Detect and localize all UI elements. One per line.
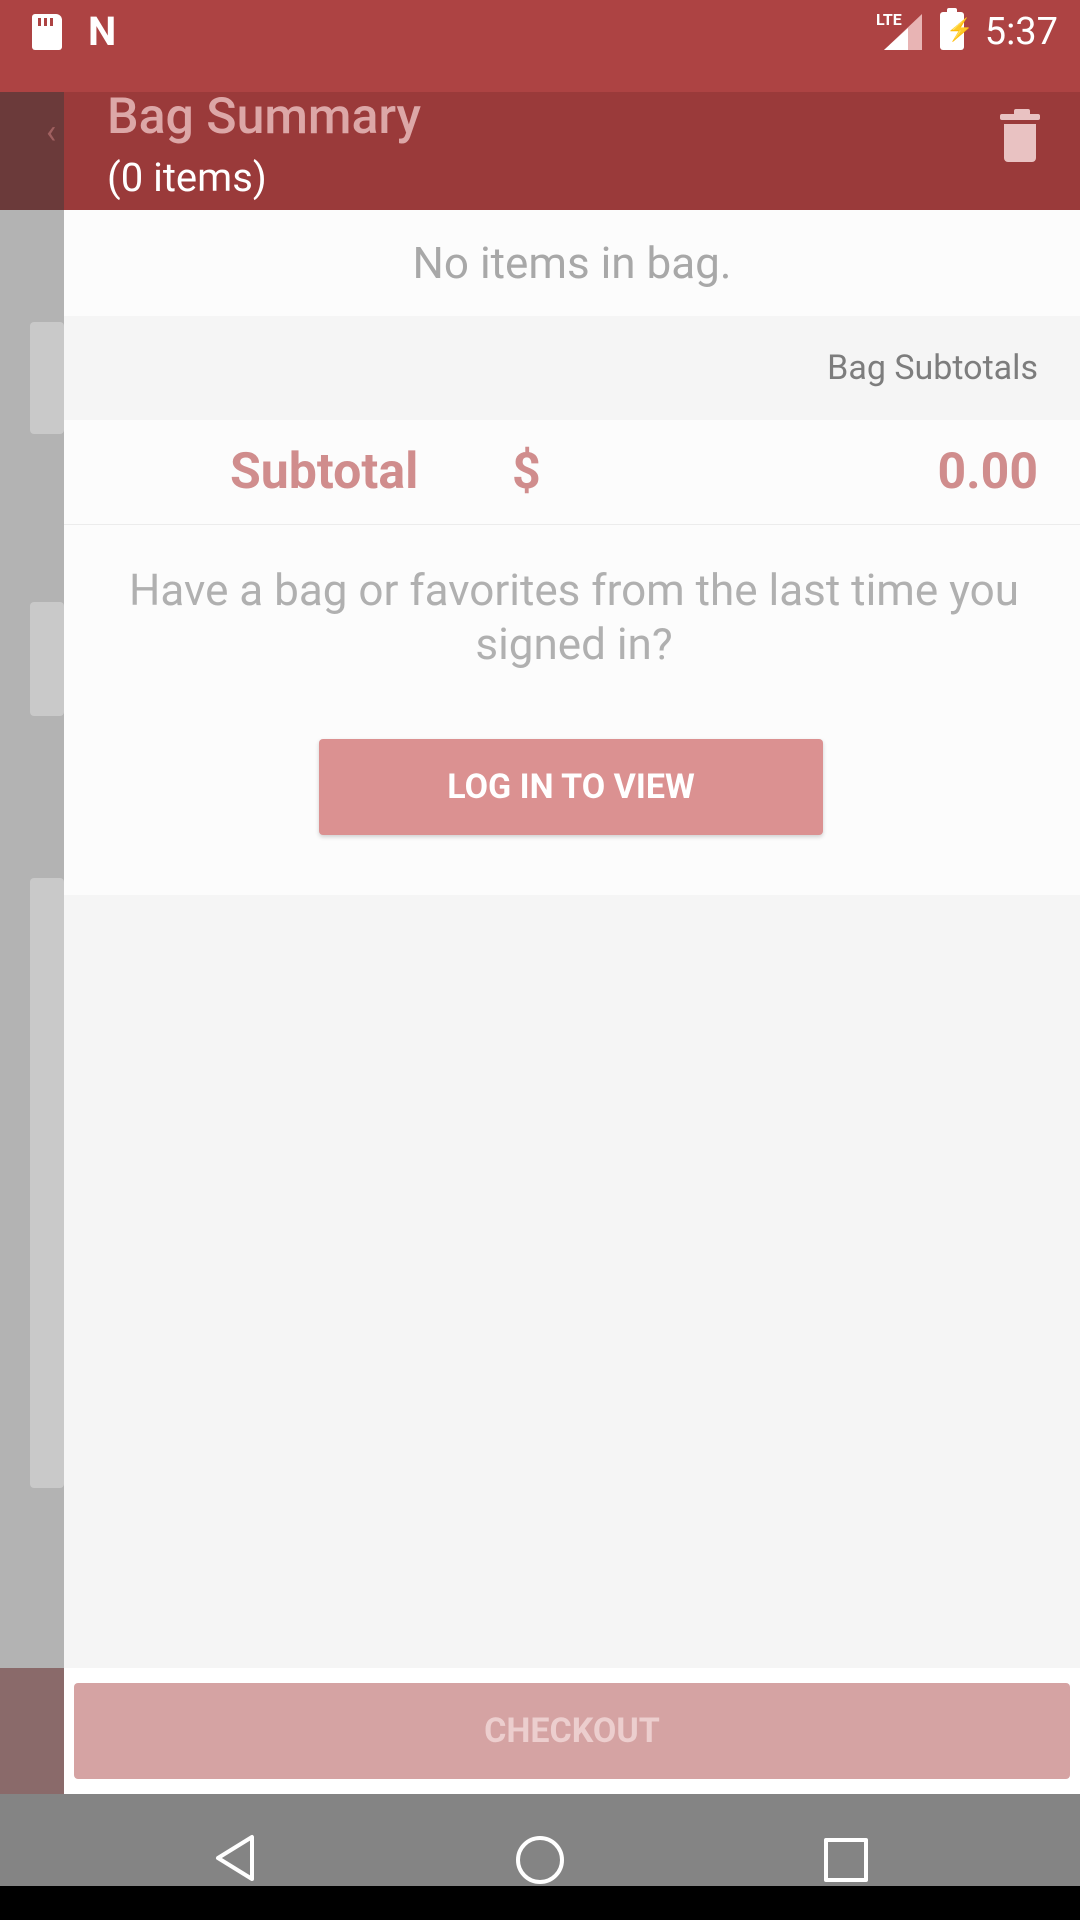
drawer-header: Bag Summary (0 items): [64, 88, 1080, 210]
nav-bottom-strip: [0, 1886, 1080, 1920]
notification-n-icon: N: [88, 8, 117, 55]
background-card: [30, 878, 64, 1488]
battery-charging-icon: ⚡: [940, 8, 973, 50]
subtotal-label: Subtotal: [230, 443, 419, 501]
subtotals-header: Bag Subtotals: [64, 316, 1080, 420]
home-icon[interactable]: [516, 1836, 564, 1884]
status-time: 5:37: [984, 10, 1058, 54]
background-bottom-bar: [0, 1668, 64, 1794]
background-card: [30, 322, 64, 434]
sd-card-icon: [32, 14, 62, 50]
back-icon[interactable]: [214, 1834, 256, 1882]
log-in-to-view-button[interactable]: LOG IN TO VIEW: [319, 739, 823, 835]
login-prompt-text: Have a bag or favorites from the last ti…: [129, 564, 1019, 670]
page-title: Bag Summary: [107, 88, 422, 146]
recent-apps-icon[interactable]: [824, 1838, 868, 1882]
status-bar: N LTE ⚡ 5:37: [0, 0, 1080, 92]
login-panel: Have a bag or favorites from the last ti…: [64, 525, 1080, 895]
subtotal-value: 0.00: [937, 443, 1038, 501]
subtotal-row: Subtotal $ 0.00: [64, 420, 1080, 525]
item-count: (0 items): [107, 154, 267, 201]
trash-icon[interactable]: [1000, 109, 1040, 162]
empty-bag-message: No items in bag.: [64, 210, 1080, 316]
subtotals-header-label: Bag Subtotals: [827, 348, 1038, 388]
background-card: [30, 602, 64, 716]
bag-drawer: Bag Summary (0 items) No items in bag. B…: [64, 88, 1080, 1794]
currency-symbol: $: [512, 443, 541, 501]
background-back-arrow-icon: ‹: [46, 112, 57, 152]
checkout-button[interactable]: CHECKOUT: [74, 1683, 1070, 1779]
drawer-footer: CHECKOUT: [64, 1668, 1080, 1794]
signal-icon: [884, 14, 922, 50]
